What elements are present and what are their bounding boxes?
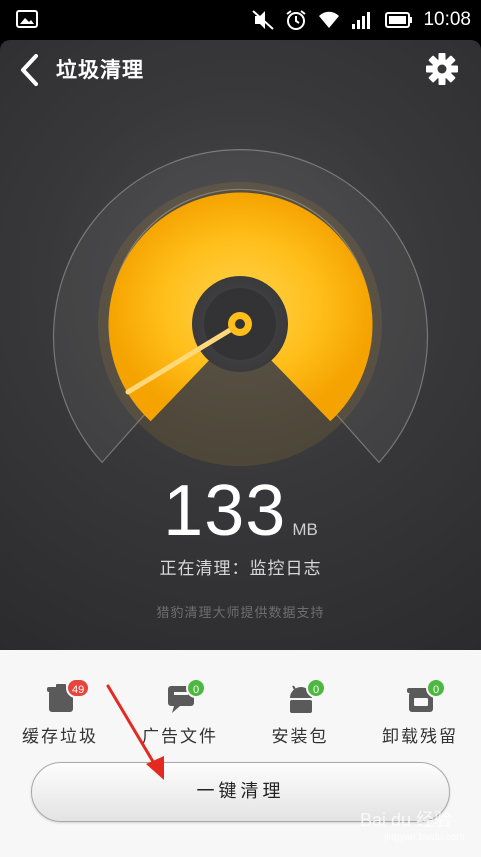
speed-gauge [52,149,429,466]
cache-badge: 49 [66,678,91,698]
provider-note: 猎豹清理大师提供数据支持 [156,606,325,621]
cleaning-status: 正在清理：监控日志 [159,559,322,579]
size-value: 133 [163,471,287,551]
category-row: 49 缓存垃圾 0 广告文件 0 安装包 0 卸载残留 [0,678,481,748]
annotation-arrow-icon [106,684,164,780]
category-cache[interactable]: 49 缓存垃圾 [10,678,110,748]
battery-icon [385,12,413,28]
alarm-icon [286,10,307,30]
ads-badge: 0 [186,678,206,698]
watermark: Bai du 经验 [360,810,453,830]
clock: 10:08 [423,9,471,30]
mute-icon [252,10,275,30]
wifi-icon [319,11,340,29]
residue-badge: 0 [426,678,446,698]
watermark-url: jingyan.baidu.com [384,832,465,843]
packages-badge: 0 [306,678,326,698]
status-icons: 10:08 [251,8,471,32]
image-icon [16,10,38,28]
size-unit: MB [292,520,318,539]
signal-icon [352,12,371,29]
category-packages[interactable]: 0 安装包 [250,678,350,748]
status-bar: 10:08 [0,0,481,40]
cleaned-size: 133 MB [0,470,481,552]
category-label: 缓存垃圾 [22,727,98,747]
category-label: 卸载残留 [382,727,458,747]
cleaning-panel: 垃圾清理 133 MB 正在清理：监控日志 猎豹清理大师提供数据支持 [0,40,481,650]
category-residue[interactable]: 0 卸载残留 [370,678,470,748]
category-label: 安装包 [271,727,329,747]
